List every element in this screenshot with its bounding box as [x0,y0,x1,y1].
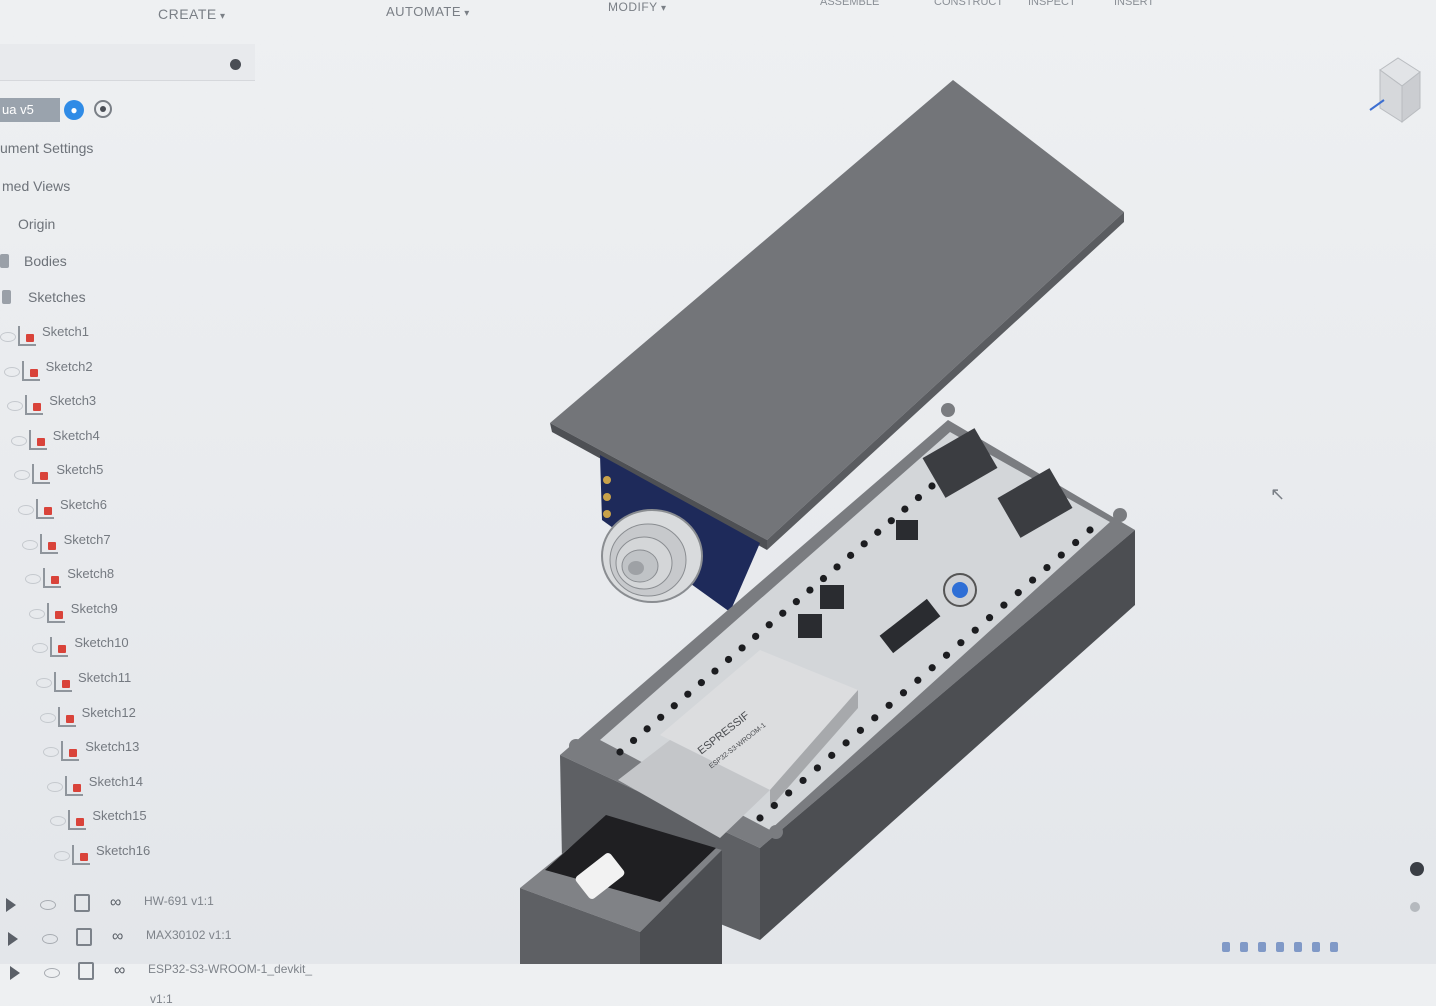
tray-icon[interactable] [1294,942,1302,952]
header-hole [957,639,965,647]
header-hole [724,655,733,664]
header-hole [885,701,893,709]
header-hole [756,814,764,822]
header-hole [914,676,922,684]
header-hole [860,540,868,548]
header-hole [813,764,821,772]
tray-icon[interactable] [1222,942,1230,952]
header-hole [738,644,746,652]
header-hole [856,726,865,734]
header-hole [752,632,760,640]
header-hole [942,651,951,659]
header-hole [643,725,651,733]
header-hole [670,702,678,710]
viewport-canvas[interactable]: ESPRESSIF ESP32-S3-WROOM-1 [0,0,1436,964]
header-hole [779,609,787,617]
header-hole [828,751,836,759]
tray-icon[interactable] [1312,942,1320,952]
header-hole [842,739,850,747]
header-hole [765,621,773,629]
header-hole [874,528,882,536]
visibility-eye-icon[interactable] [44,968,60,978]
header-hole [1000,601,1008,609]
header-hole [629,736,638,745]
header-hole [806,586,814,594]
header-hole [711,667,719,675]
nav-button-icon[interactable] [1410,862,1424,876]
header-hole [1014,589,1022,597]
header-hole [833,563,841,571]
viewcube[interactable] [1368,30,1428,130]
header-hole [1057,551,1065,559]
header-hole [871,714,879,722]
header-hole [684,690,692,698]
mount-post [569,739,583,753]
header-hole [985,614,994,622]
tray-icon[interactable] [1330,942,1338,952]
header-hole [697,679,705,687]
header-hole [657,713,665,721]
header-hole [792,598,800,606]
tray-icon[interactable] [1258,942,1266,952]
mouse-cursor-icon: ↖ [1270,484,1286,504]
system-tray [1210,930,1436,964]
nav-button-icon[interactable] [1410,902,1420,912]
header-hole [928,664,936,672]
header-hole [819,574,828,583]
tray-icon[interactable] [1240,942,1248,952]
header-hole [785,789,793,797]
tray-icon[interactable] [1276,942,1284,952]
header-hole [770,801,778,810]
expand-triangle-icon[interactable] [10,966,20,980]
header-hole [901,505,909,513]
header-hole [616,748,624,756]
header-hole [847,551,855,559]
header-hole [1086,526,1094,534]
header-hole [899,689,908,697]
mount-post [1113,508,1127,522]
component-label: v1:1 [150,992,173,1006]
header-hole [914,493,923,502]
mount-post [769,825,783,839]
link-icon: ∞ [114,962,126,979]
header-hole [1043,563,1051,572]
header-hole [887,517,895,525]
component-label: ESP32-S3-WROOM-1_devkit_ [148,962,313,976]
component-icon [78,962,94,980]
header-hole [971,626,979,634]
mount-post [941,403,955,417]
header-hole [928,482,936,490]
header-hole [1029,576,1037,584]
header-hole [1072,538,1080,547]
header-hole [799,776,807,785]
component-item[interactable]: ∞ ESP32-S3-WROOM-1_devkit_ [10,960,350,990]
